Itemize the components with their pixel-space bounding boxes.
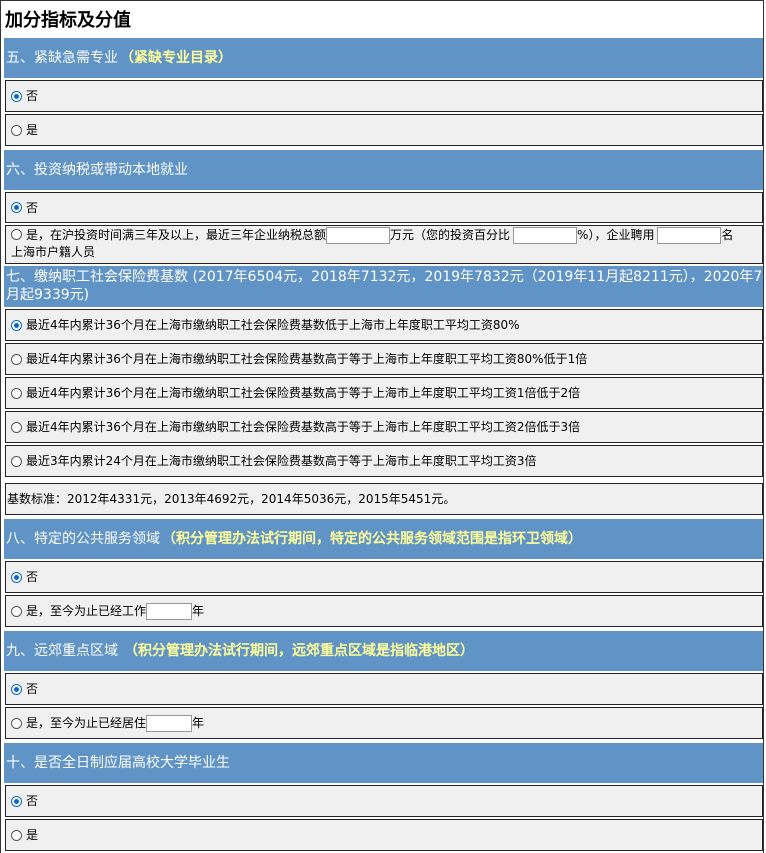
option-row-public-service-yes[interactable]: 是，至今为止已经工作 年 [5, 595, 763, 627]
option-row-insurance-4[interactable]: 最近4年内累计36个月在上海市缴纳职工社会保险费基数高于等于上海市上年度职工平均… [5, 411, 763, 443]
radio-unchecked-icon[interactable] [11, 717, 22, 729]
radio-unchecked-icon[interactable] [11, 387, 22, 399]
section-title: 九、远郊重点区域 [6, 642, 118, 659]
option-label: 最近4年内累计36个月在上海市缴纳职工社会保险费基数高于等于上海市上年度职工平均… [26, 352, 588, 366]
radio-unchecked-icon[interactable] [11, 124, 22, 136]
section-header-shortage-major: 五、紧缺急需专业 （紧缺专业目录） [4, 38, 763, 78]
option-label: 最近4年内累计36个月在上海市缴纳职工社会保险费基数低于上海市上年度职工平均工资… [26, 318, 520, 332]
option-label: 是，至今为止已经工作 [26, 604, 147, 618]
option-row-shortage-yes[interactable]: 是 [5, 114, 763, 146]
section-note: （积分管理办法试行期间，特定的公共服务领域范围是指环卫领域） [162, 530, 582, 547]
hired-count-input[interactable] [657, 227, 722, 244]
option-label: 是 [26, 123, 39, 137]
option-label: 否 [26, 200, 39, 215]
unit-label: 年 [192, 604, 205, 618]
radio-checked-icon[interactable] [11, 795, 22, 807]
radio-unchecked-icon[interactable] [11, 605, 22, 617]
base-standard-note-row: 基数标准：2012年4331元，2013年4692元，2014年5036元，20… [5, 483, 763, 515]
radio-checked-icon[interactable] [11, 319, 22, 331]
section-header-social-insurance: 七、缴纳职工社会保险费基数 (2017年6504元，2018年7132元，201… [4, 266, 763, 307]
option-label: 最近4年内累计36个月在上海市缴纳职工社会保险费基数高于等于上海市上年度职工平均… [26, 420, 581, 434]
option-row-graduate-yes[interactable]: 是 [5, 819, 763, 851]
section-header-public-service: 八、特定的公共服务领域 （积分管理办法试行期间，特定的公共服务领域范围是指环卫领… [4, 519, 763, 559]
radio-unchecked-icon[interactable] [11, 353, 22, 365]
page-title: 加分指标及分值 [5, 10, 131, 31]
radio-checked-icon[interactable] [11, 571, 22, 583]
section-note: （积分管理办法试行期间，远郊重点区域是指临港地区） [124, 642, 474, 659]
unit-label: 万元 [390, 228, 415, 242]
option-label: 否 [26, 682, 39, 696]
option-label: 是 [26, 828, 39, 842]
option-row-insurance-2[interactable]: 最近4年内累计36个月在上海市缴纳职工社会保险费基数高于等于上海市上年度职工平均… [5, 343, 763, 375]
section-header-fresh-graduate: 十、是否全日制应届高校大学毕业生 [4, 743, 763, 783]
work-years-input[interactable] [146, 602, 193, 620]
option-label: 否 [26, 89, 39, 103]
radio-unchecked-icon[interactable] [11, 829, 22, 841]
radio-checked-icon[interactable] [11, 202, 22, 213]
option-row-suburban-no[interactable]: 否 [5, 673, 763, 705]
radio-checked-icon[interactable] [11, 683, 22, 695]
person-unit-label: 名 [721, 228, 734, 242]
option-row-insurance-3[interactable]: 最近4年内累计36个月在上海市缴纳职工社会保险费基数高于等于上海市上年度职工平均… [5, 377, 763, 409]
radio-checked-icon[interactable] [11, 90, 22, 102]
option-row-investment-no[interactable]: 否 [5, 192, 763, 223]
option-label: 否 [26, 794, 39, 808]
option-label: 是，至今为止已经居住 [26, 716, 147, 730]
section-header-suburban-area: 九、远郊重点区域 （积分管理办法试行期间，远郊重点区域是指临港地区） [4, 631, 763, 671]
tax-amount-input[interactable] [326, 227, 391, 244]
section-title: 六、投资纳税或带动本地就业 [6, 161, 188, 178]
section-title: 八、特定的公共服务领域 [6, 530, 160, 547]
option-label: 最近3年内累计24个月在上海市缴纳职工社会保险费基数高于等于上海市上年度职工平均… [26, 454, 537, 468]
section-title: 五、紧缺急需专业 [6, 49, 118, 66]
base-standard-note: 基数标准：2012年4331元，2013年4692元，2014年5036元，20… [7, 492, 456, 506]
shortage-major-catalog-link[interactable]: （紧缺专业目录） [120, 49, 232, 68]
percent-suffix-label: %），企业聘用 [577, 228, 655, 242]
option-label: 是，在沪投资时间满三年及以上，最近三年企业纳税总额 [26, 228, 327, 242]
radio-unchecked-icon[interactable] [11, 421, 22, 433]
section-title: 七、缴纳职工社会保险费基数 (2017年6504元，2018年7132元，201… [6, 269, 763, 303]
option-row-graduate-no[interactable]: 否 [5, 785, 763, 817]
page-frame: 加分指标及分值 五、紧缺急需专业 （紧缺专业目录） 否 是 六、投资纳税或带动本… [0, 0, 764, 853]
option-row-suburban-yes[interactable]: 是，至今为止已经居住 年 [5, 707, 763, 739]
radio-unchecked-icon[interactable] [11, 455, 22, 467]
section-header-investment-tax: 六、投资纳税或带动本地就业 [4, 150, 763, 190]
radio-unchecked-icon[interactable] [11, 229, 22, 240]
unit-label: 年 [192, 716, 205, 730]
investment-percent-input[interactable] [513, 227, 578, 244]
option-row-public-service-no[interactable]: 否 [5, 561, 763, 593]
option-row-insurance-5[interactable]: 最近3年内累计24个月在上海市缴纳职工社会保险费基数高于等于上海市上年度职工平均… [5, 445, 763, 477]
section-title: 十、是否全日制应届高校大学毕业生 [6, 754, 230, 771]
option-label: 最近4年内累计36个月在上海市缴纳职工社会保险费基数高于等于上海市上年度职工平均… [26, 386, 581, 400]
residence-years-input[interactable] [146, 714, 193, 732]
option-row-insurance-1[interactable]: 最近4年内累计36个月在上海市缴纳职工社会保险费基数低于上海市上年度职工平均工资… [5, 309, 763, 341]
option-row-investment-yes[interactable]: 是，在沪投资时间满三年及以上，最近三年企业纳税总额 万元（您的投资百分比 %），企业… [5, 225, 763, 264]
option-label: 否 [26, 570, 39, 584]
option-row-shortage-no[interactable]: 否 [5, 80, 763, 112]
percent-prefix-label: （您的投资百分比 [414, 228, 511, 242]
option-label-line2: 上海市户籍人员 [11, 245, 96, 259]
